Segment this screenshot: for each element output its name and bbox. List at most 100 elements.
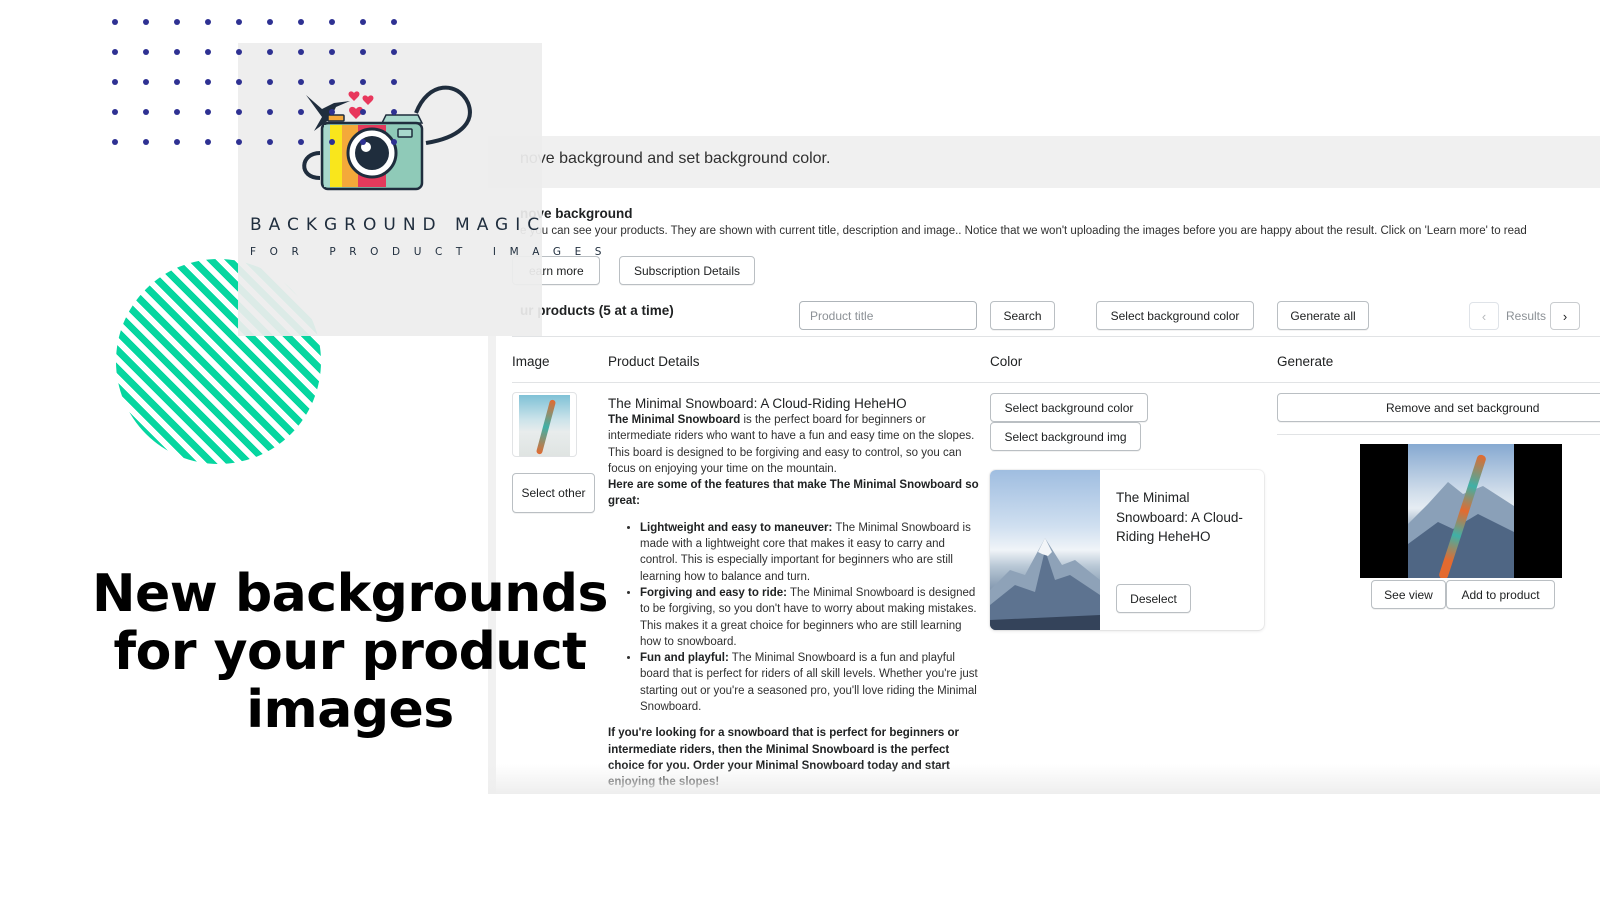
dot [112, 109, 118, 115]
app-screenshot: nove background and set background color… [488, 136, 1600, 794]
dot [267, 109, 273, 115]
dot [174, 19, 180, 25]
remove-and-set-background-button[interactable]: Remove and set background [1277, 393, 1600, 422]
deselect-button[interactable]: Deselect [1116, 584, 1191, 613]
dot [391, 109, 397, 115]
dot [298, 139, 304, 145]
page-header-title: nove background and set background color… [520, 150, 831, 167]
section-description: e you can see your products. They are sh… [520, 225, 1527, 237]
dot [205, 79, 211, 85]
dot [360, 49, 366, 55]
generate-divider [1277, 434, 1600, 435]
dot [236, 109, 242, 115]
dot [112, 19, 118, 25]
features-list: Lightweight and easy to maneuver: The Mi… [640, 520, 980, 716]
page-header-bar: nove background and set background color… [488, 136, 1600, 188]
table-header-divider [512, 382, 1600, 383]
add-to-product-button[interactable]: Add to product [1446, 580, 1555, 609]
dot [236, 49, 242, 55]
dot [236, 79, 242, 85]
subscription-details-button[interactable]: Subscription Details [619, 256, 755, 285]
dot [329, 19, 335, 25]
pagination-label: Results [1506, 309, 1547, 323]
product-title-search-input[interactable] [799, 301, 977, 330]
brand-subtitle: FOR PRODUCT IMAGES [250, 246, 616, 258]
dot [391, 139, 397, 145]
dot [391, 79, 397, 85]
dot [174, 49, 180, 55]
product-details: The Minimal Snowboard: A Cloud-Riding He… [608, 395, 980, 791]
dot [391, 49, 397, 55]
dot [143, 79, 149, 85]
select-background-img-button[interactable]: Select background img [990, 422, 1141, 451]
dot [267, 19, 273, 25]
dot [205, 49, 211, 55]
generated-result-preview [1360, 444, 1562, 578]
search-button[interactable]: Search [990, 301, 1055, 330]
dot-grid-decoration [112, 14, 412, 154]
dot [329, 79, 335, 85]
dot [112, 79, 118, 85]
mountain-background-image [990, 470, 1100, 630]
pagination-prev-button[interactable]: ‹ [1469, 302, 1499, 330]
column-header-generate: Generate [1277, 354, 1334, 369]
selected-background-card: The Minimal Snowboard: A Cloud-Riding He… [990, 470, 1264, 630]
dot [329, 49, 335, 55]
product-thumbnail[interactable] [512, 392, 577, 457]
dot [174, 79, 180, 85]
dot [112, 139, 118, 145]
dot [360, 19, 366, 25]
select-background-color-all-button[interactable]: Select background color [1096, 301, 1254, 330]
dot [329, 139, 335, 145]
see-view-button[interactable]: See view [1371, 580, 1446, 609]
generated-image [1408, 444, 1514, 578]
product-title: The Minimal Snowboard: A Cloud-Riding He… [608, 396, 907, 411]
selected-background-title: The Minimal Snowboard: A Cloud-Riding He… [1116, 490, 1243, 544]
chevron-left-icon: ‹ [1481, 308, 1487, 324]
feature-item: Forgiving and easy to ride: The Minimal … [640, 585, 980, 650]
dot [267, 79, 273, 85]
features-heading: Here are some of the features that make … [608, 479, 979, 508]
dot [298, 49, 304, 55]
dot [360, 79, 366, 85]
dot [143, 109, 149, 115]
feature-item: Fun and playful: The Minimal Snowboard i… [640, 650, 980, 715]
promo-headline: New backgrounds for your product images [92, 564, 608, 740]
dot [391, 19, 397, 25]
dot [267, 139, 273, 145]
brand-title: BACKGROUND MAGIC [250, 215, 547, 235]
pagination-next-button[interactable]: › [1550, 302, 1580, 330]
generate-all-button[interactable]: Generate all [1277, 301, 1369, 330]
snowboard-image [535, 399, 557, 455]
chevron-right-icon: › [1562, 308, 1568, 324]
select-other-image-button[interactable]: Select other [512, 473, 595, 513]
dot [205, 19, 211, 25]
products-heading: ur products (5 at a time) [520, 303, 674, 318]
dot [143, 49, 149, 55]
column-header-color: Color [990, 354, 1023, 369]
screenshot-bottom-fade [488, 764, 1600, 794]
dot [143, 19, 149, 25]
dot [205, 109, 211, 115]
dot [360, 109, 366, 115]
dot [143, 139, 149, 145]
dot [236, 19, 242, 25]
dot [174, 109, 180, 115]
dot [236, 139, 242, 145]
product-intro: The Minimal Snowboard is the perfect boa… [608, 414, 975, 475]
dot [112, 49, 118, 55]
dot [298, 79, 304, 85]
dot [298, 109, 304, 115]
column-header-image: Image [512, 354, 550, 369]
select-background-color-button[interactable]: Select background color [990, 393, 1148, 422]
dot [360, 139, 366, 145]
dot [298, 19, 304, 25]
table-top-divider [512, 336, 1600, 337]
dot [267, 49, 273, 55]
feature-item: Lightweight and easy to maneuver: The Mi… [640, 520, 980, 585]
dot [174, 139, 180, 145]
column-header-product-details: Product Details [608, 354, 700, 369]
mountain-icon [990, 538, 1100, 630]
dot [329, 109, 335, 115]
dot [205, 139, 211, 145]
